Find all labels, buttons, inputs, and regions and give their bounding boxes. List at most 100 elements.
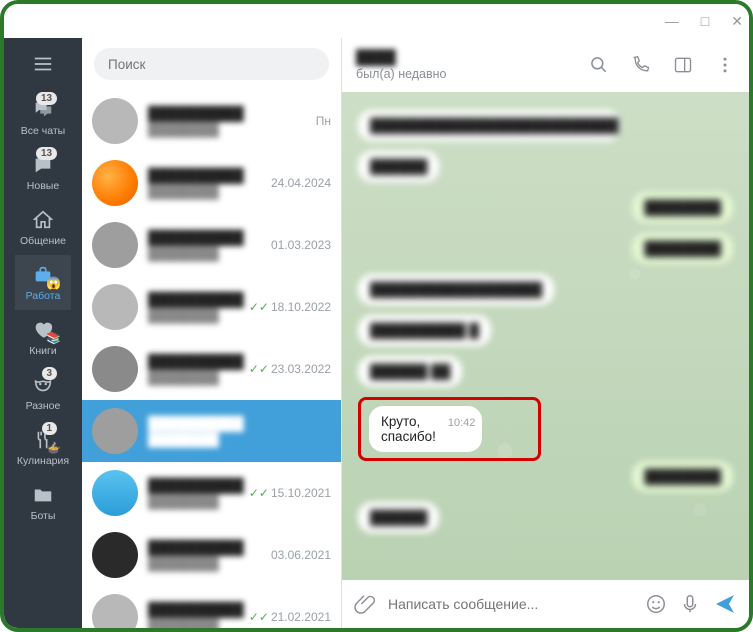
chat-date: Пн	[316, 114, 331, 128]
more-options-button[interactable]	[715, 55, 735, 75]
voice-button[interactable]	[679, 593, 701, 615]
chat-list-item[interactable]: ██████████████████ ✓✓21.02.2021	[82, 586, 341, 628]
chat-preview: ██████████████████	[148, 230, 265, 261]
microphone-icon	[679, 593, 701, 615]
chat-date: ✓✓21.02.2021	[249, 610, 331, 624]
message-row: ██████ ██	[358, 356, 733, 397]
folder-badge: 13	[36, 92, 57, 105]
chat-avatar	[92, 470, 138, 516]
window-close-button[interactable]: ✕	[731, 13, 743, 30]
folder-icon	[29, 483, 57, 507]
message-bubble[interactable]: ██████ ██	[358, 356, 462, 387]
chat-preview: ██████████████████	[148, 354, 243, 385]
message-list: ████████████████████████████████████████…	[342, 92, 749, 580]
folder-label: Новые	[27, 180, 59, 192]
folder-label: Разное	[26, 400, 61, 412]
attach-button[interactable]	[354, 593, 376, 615]
chat-list-item[interactable]: ██████████████████ 01.03.2023	[82, 214, 341, 276]
chat-avatar	[92, 284, 138, 330]
chat-preview: ██████████████████	[148, 168, 265, 199]
message-row: ██████████████████████████	[358, 110, 733, 151]
chat-list-item[interactable]: ██████████████████Пн	[82, 90, 341, 152]
folder-label: Все чаты	[21, 125, 65, 137]
emoji-button[interactable]	[645, 593, 667, 615]
chat-avatar	[92, 222, 138, 268]
chat-date: ✓✓15.10.2021	[249, 486, 331, 500]
message-row: ██████	[358, 151, 733, 192]
message-bubble[interactable]: ██████████████████████████	[358, 110, 621, 141]
message-bubble[interactable]: ████████	[632, 192, 733, 223]
phone-icon	[631, 55, 651, 75]
folder-heart[interactable]: 📚 Книги	[15, 310, 71, 365]
message-bubble[interactable]: ██████████ █	[358, 315, 491, 346]
conversation-header[interactable]: ████ был(а) недавно	[342, 38, 749, 92]
folder-label: Работа	[26, 290, 61, 302]
conversation-panel: ████ был(а) недавно	[342, 38, 749, 628]
search-input[interactable]	[108, 57, 315, 72]
chat-list-panel: ██████████████████Пн██████████████████24…	[82, 38, 342, 628]
send-button[interactable]	[713, 592, 737, 616]
message-row: ████████	[358, 461, 733, 502]
window-titlebar: — □ ✕	[4, 4, 749, 38]
chat-list-item[interactable]: ██████████████████ ✓✓23.03.2022	[82, 338, 341, 400]
chat-preview: ██████████████████	[148, 416, 325, 447]
highlighted-message: Круто, спасибо! 10:42	[358, 397, 541, 461]
chat-list-item[interactable]: ██████████████████✓✓15.10.2021	[82, 462, 341, 524]
paperclip-icon	[354, 593, 376, 615]
message-bubble[interactable]: ████████	[632, 233, 733, 264]
chat-list-item[interactable]: ██████████████████ ✓✓18.10.2022	[82, 276, 341, 338]
chat-preview: ██████████████████	[148, 292, 243, 323]
folder-mask[interactable]: 3 Разное	[15, 365, 71, 420]
folder-cutlery[interactable]: 🍲1Кулинария	[15, 420, 71, 475]
chat-date: ✓✓18.10.2022	[249, 300, 331, 314]
message-text: Круто, спасибо!	[381, 414, 436, 444]
work-icon: 😱	[29, 263, 57, 287]
folder-badge: 3	[42, 367, 58, 380]
search-icon	[589, 55, 609, 75]
heart-icon: 📚	[29, 318, 57, 342]
message-row: ██████████████████	[358, 274, 733, 315]
message-bubble[interactable]: ██████	[358, 151, 439, 182]
send-icon	[713, 592, 737, 616]
folder-badge: 1	[42, 422, 58, 435]
search-input-wrapper[interactable]	[94, 48, 329, 80]
folder-home[interactable]: Общение	[15, 200, 71, 255]
message-bubble[interactable]: Круто, спасибо! 10:42	[369, 406, 482, 452]
search-in-chat-button[interactable]	[589, 55, 609, 75]
side-panel-button[interactable]	[673, 55, 693, 75]
chat-date: 24.04.2024	[271, 176, 331, 190]
message-bubble[interactable]: ████████	[632, 461, 733, 492]
folder-badge: 13	[36, 147, 57, 160]
hamburger-menu-button[interactable]	[4, 44, 82, 84]
folders-sidebar: 13 Все чаты 13 Новые Общение 😱 Работа 📚 Книги 3 Ра…	[4, 38, 82, 628]
chat-preview: ██████████████████	[148, 602, 243, 629]
chat-list-item[interactable]: ██████████████████	[82, 400, 341, 462]
message-input[interactable]	[388, 596, 633, 612]
folder-label: Общение	[20, 235, 66, 247]
message-row: Круто, спасибо! 10:42	[358, 397, 733, 461]
folder-chats[interactable]: 13 Все чаты	[15, 90, 71, 145]
folder-work[interactable]: 😱 Работа	[15, 255, 71, 310]
chat-list-item[interactable]: ██████████████████ 24.04.2024	[82, 152, 341, 214]
hamburger-icon	[32, 53, 54, 75]
window-minimize-button[interactable]: —	[665, 13, 679, 29]
chat-avatar	[92, 160, 138, 206]
chat-date: 01.03.2023	[271, 238, 331, 252]
conversation-title: ████	[356, 49, 589, 65]
chat-date: ✓✓23.03.2022	[249, 362, 331, 376]
home-icon	[29, 208, 57, 232]
message-row: ██████████ █	[358, 315, 733, 356]
message-bubble[interactable]: ██████	[358, 502, 439, 533]
message-time: 10:42	[448, 417, 476, 429]
chat-avatar	[92, 594, 138, 628]
smile-icon	[645, 593, 667, 615]
window-maximize-button[interactable]: □	[701, 13, 709, 29]
call-button[interactable]	[631, 55, 651, 75]
folder-label: Книги	[29, 345, 56, 357]
chat-list-item[interactable]: ██████████████████03.06.2021	[82, 524, 341, 586]
message-row: ██████	[358, 502, 733, 543]
message-bubble[interactable]: ██████████████████	[358, 274, 554, 305]
folder-label: Кулинария	[17, 455, 69, 467]
folder-chat[interactable]: 13 Новые	[15, 145, 71, 200]
folder-folder[interactable]: Боты	[15, 475, 71, 530]
